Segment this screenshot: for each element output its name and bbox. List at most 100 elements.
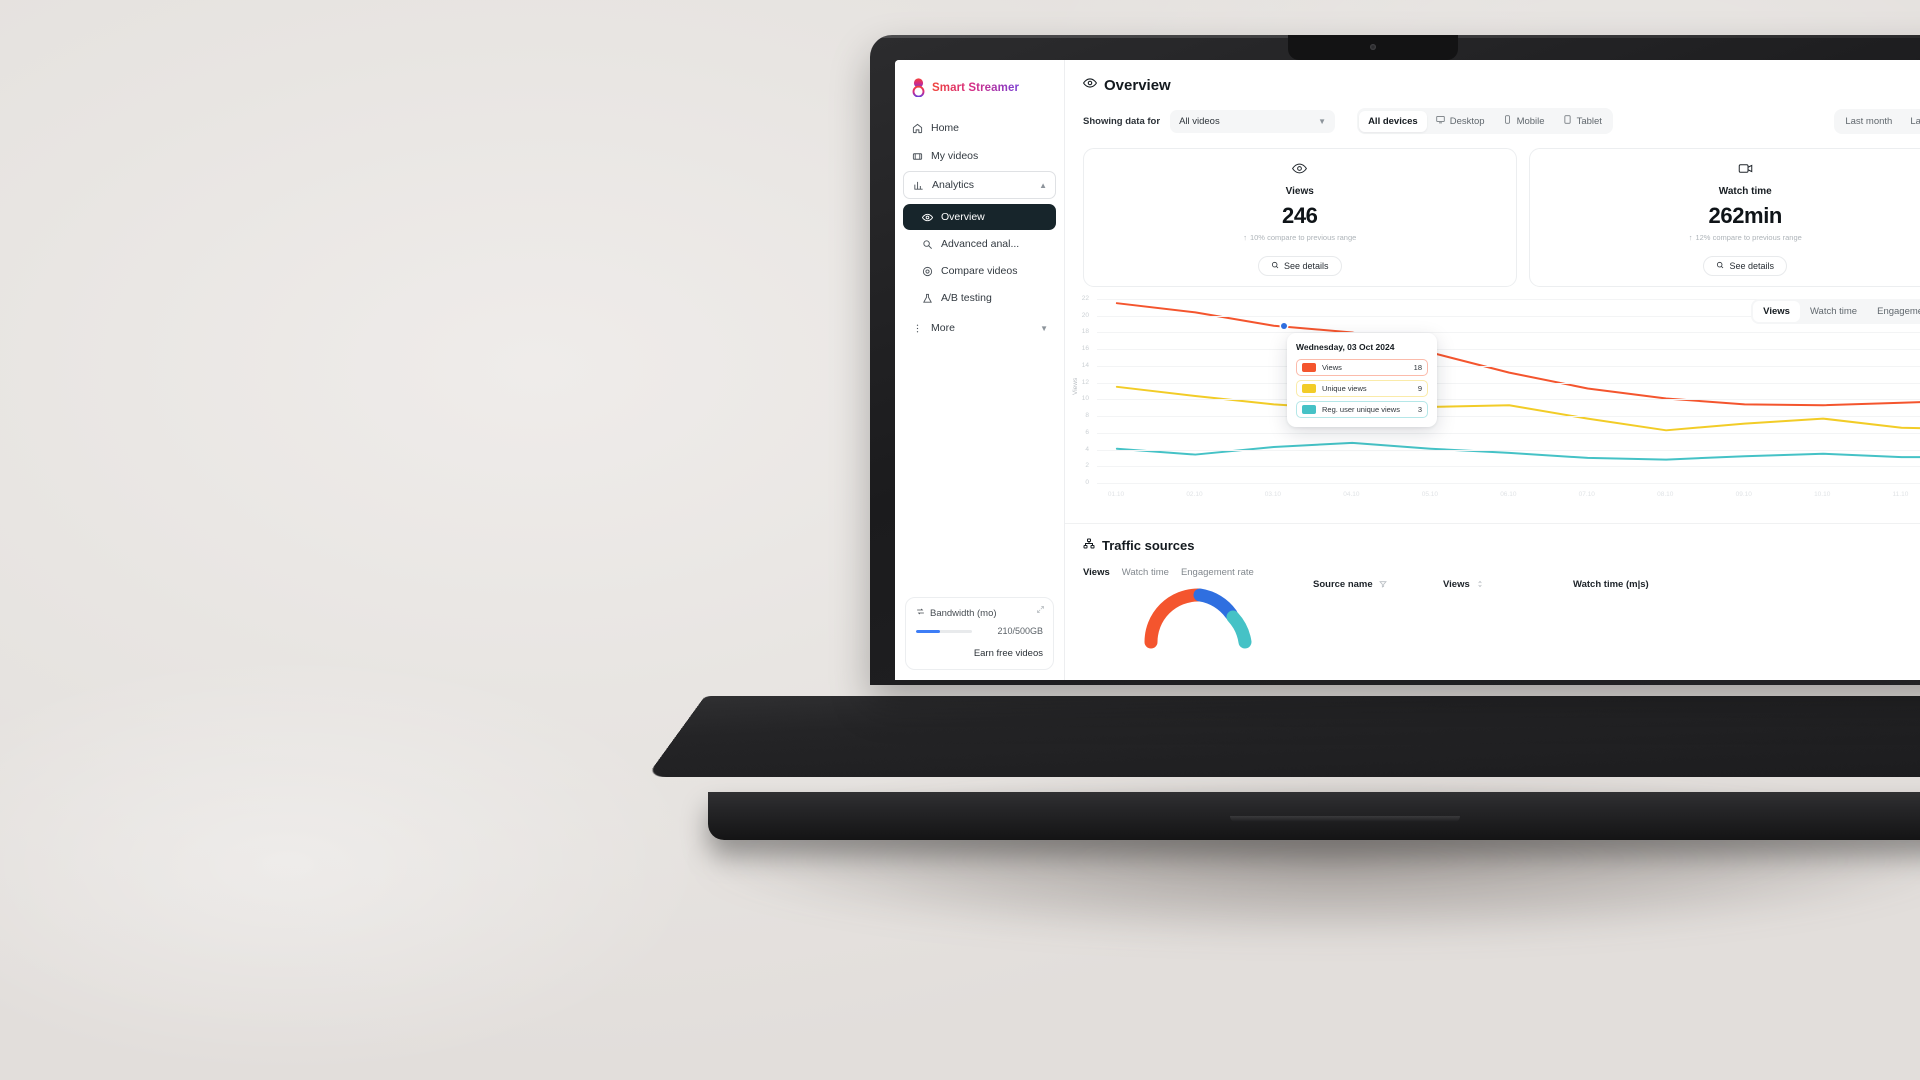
range-tab-last-2-weeks[interactable]: Last 2 we	[1901, 111, 1920, 132]
column-views[interactable]: Views	[1443, 579, 1573, 590]
sidebar-item-label: My videos	[931, 150, 979, 162]
sidebar-item-advanced-analytics[interactable]: Advanced anal...	[903, 231, 1056, 257]
device-tab-label: Desktop	[1449, 115, 1485, 127]
see-details-button[interactable]: See details	[1703, 256, 1788, 276]
x-axis-tick: 06.10	[1500, 491, 1517, 498]
tooltip-date: Wednesday, 03 Oct 2024	[1296, 342, 1395, 352]
column-source-name[interactable]: Source name	[1313, 579, 1443, 590]
sidebar-item-ab-testing[interactable]: A/B testing	[903, 285, 1056, 311]
sidebar-item-more[interactable]: More ▼	[903, 315, 1056, 341]
traffic-tab-views[interactable]: Views	[1083, 567, 1110, 578]
device-filter-group: All devices Desktop Mobile Tablet	[1357, 108, 1613, 134]
column-label: Watch time (m|s)	[1573, 579, 1649, 590]
traffic-sources-table: Source name Views Watch time (m|s)	[1313, 557, 1920, 642]
y-axis-tick: 0	[1085, 479, 1089, 486]
traffic-metric-tabs: Views Watch time Engagement rate	[1083, 567, 1313, 578]
column-watch-time[interactable]: Watch time (m|s)	[1573, 579, 1649, 590]
series-swatch	[1302, 384, 1316, 393]
device-tab-label: All devices	[1368, 115, 1418, 127]
laptop-notch	[1288, 35, 1458, 60]
sidebar-item-compare-videos[interactable]: Compare videos	[903, 258, 1056, 284]
chevron-up-icon: ▲	[1039, 180, 1047, 190]
series-swatch	[1302, 363, 1316, 372]
expand-icon[interactable]	[1036, 605, 1045, 616]
sidebar-item-overview[interactable]: Overview	[903, 204, 1056, 230]
chart-gridline	[1097, 432, 1920, 434]
series-name: Views	[1322, 363, 1342, 372]
traffic-tab-watch-time[interactable]: Watch time	[1122, 567, 1169, 578]
series-value: 18	[1413, 363, 1422, 372]
stat-delta-text: 10% compare to previous range	[1249, 233, 1357, 242]
device-tab-desktop[interactable]: Desktop	[1427, 110, 1494, 132]
y-axis-tick: 18	[1081, 328, 1089, 336]
sidebar-item-home[interactable]: Home	[903, 115, 1056, 141]
chart-hover-point	[1281, 323, 1287, 329]
target-icon	[921, 265, 933, 277]
analytics-subnav: Overview Advanced anal... Compare videos…	[895, 201, 1064, 311]
stat-delta: ↑ 10% compare to previous range	[1243, 233, 1356, 242]
sidebar-item-my-videos[interactable]: My videos	[903, 143, 1056, 169]
laptop-mockup: Smart Streamer Home My videos Analytics …	[646, 20, 1920, 940]
sidebar-footer: Bandwidth (mo) 210/500GB Earn free video…	[895, 587, 1064, 680]
see-details-button[interactable]: See details	[1257, 256, 1342, 276]
chevron-down-icon: ▼	[1318, 116, 1327, 126]
see-details-label: See details	[1729, 261, 1775, 271]
bandwidth-progress-track	[916, 629, 972, 633]
brand-name: Smart Streamer	[932, 81, 1020, 94]
device-tab-tablet[interactable]: Tablet	[1554, 110, 1611, 132]
x-axis-tick: 07.10	[1578, 491, 1595, 498]
tooltip-row-unique-views: Unique views 9	[1296, 380, 1428, 397]
sidebar-item-label: Home	[931, 122, 960, 134]
screen-viewport: Smart Streamer Home My videos Analytics …	[895, 60, 1920, 680]
eye-icon	[1292, 161, 1308, 179]
laptop-grip-notch	[1230, 816, 1460, 822]
traffic-tab-engagement-rate[interactable]: Engagement rate	[1181, 567, 1254, 578]
video-camera-icon	[1738, 161, 1753, 179]
chart-gridline	[1097, 399, 1920, 401]
x-axis-tick: 02.10	[1186, 491, 1203, 498]
x-axis-tick: 04.10	[1343, 491, 1360, 498]
range-tab-last-month[interactable]: Last month	[1836, 111, 1901, 132]
column-label: Views	[1443, 579, 1470, 590]
tablet-icon	[1563, 115, 1572, 127]
traffic-sources-body: Views Watch time Engagement rate Source …	[1083, 557, 1920, 649]
chart-tab-label: Views	[1763, 306, 1790, 317]
bandwidth-value: 210/500GB	[997, 626, 1043, 636]
chart-gridline	[1097, 466, 1920, 468]
chart-tooltip: Wednesday, 03 Oct 2024 Views 18 Unique v…	[1287, 333, 1437, 427]
chart-tab-label: Watch time	[1809, 306, 1858, 317]
chart-line-unique-views	[1117, 387, 1920, 430]
secondary-nav: More ▼	[895, 311, 1064, 343]
main-content: Overview Showing data for All videos ▼ A…	[1065, 60, 1920, 680]
chevron-down-icon: ▼	[1040, 323, 1048, 333]
donut-segment-3	[1226, 610, 1252, 649]
bandwidth-icon	[916, 607, 925, 619]
sidebar-item-analytics[interactable]: Analytics ▲	[903, 171, 1056, 199]
earn-free-videos-button[interactable]: Earn free videos	[916, 648, 1043, 659]
chart-tab-engagement-rate[interactable]: Engagement rate	[1867, 301, 1920, 322]
page-title-text: Overview	[1104, 76, 1171, 94]
range-tab-label: Last month	[1845, 115, 1893, 127]
series-swatch	[1302, 405, 1316, 414]
y-axis-tick: 12	[1081, 378, 1089, 386]
device-tab-all[interactable]: All devices	[1359, 110, 1427, 132]
stat-delta: ↑ 12% compare to previous range	[1689, 233, 1802, 242]
device-tab-label: Mobile	[1516, 115, 1545, 127]
bandwidth-progress-fill	[916, 629, 940, 633]
bandwidth-title: Bandwidth (mo)	[916, 607, 1043, 619]
chart-tab-watch-time[interactable]: Watch time	[1800, 301, 1867, 322]
brand[interactable]: Smart Streamer	[895, 60, 1064, 113]
filter-icon[interactable]	[1378, 580, 1387, 590]
x-axis-tick: 05.10	[1421, 491, 1438, 498]
mobile-icon	[1503, 115, 1512, 127]
y-axis-tick: 10	[1081, 395, 1089, 403]
video-select[interactable]: All videos ▼	[1170, 109, 1336, 133]
bar-chart-icon	[912, 179, 924, 191]
device-tab-mobile[interactable]: Mobile	[1494, 110, 1554, 132]
chart-tab-views[interactable]: Views	[1753, 301, 1800, 322]
flask-icon	[921, 292, 933, 304]
sort-icon[interactable]	[1476, 580, 1484, 590]
x-axis-tick: 08.10	[1657, 491, 1674, 498]
home-icon	[911, 122, 923, 134]
showing-data-label: Showing data for	[1083, 115, 1161, 127]
